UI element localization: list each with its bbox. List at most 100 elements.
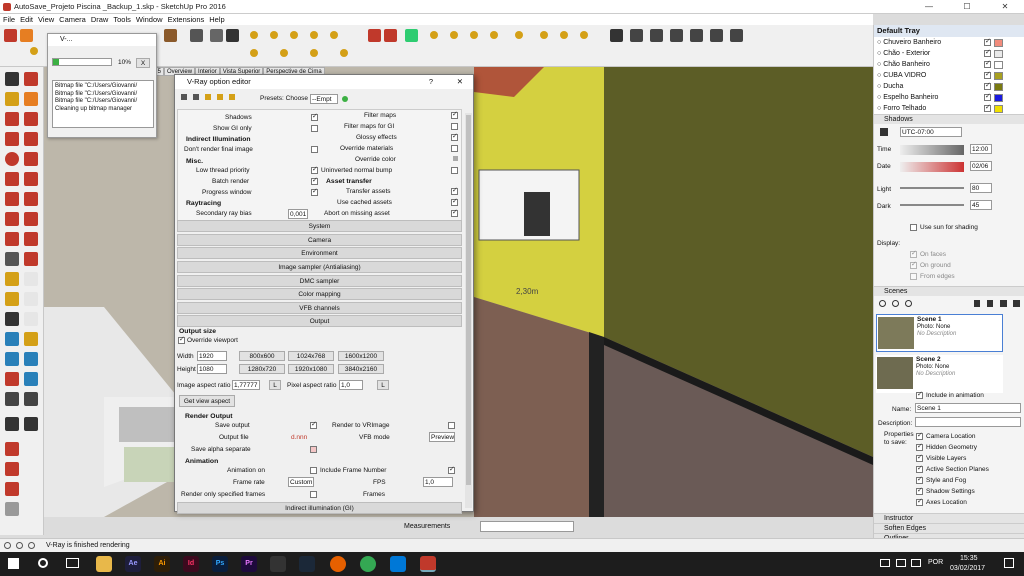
style-icon[interactable] [250, 31, 258, 39]
transfer-assets-checkbox[interactable] [451, 186, 458, 195]
previous-view-icon[interactable] [24, 372, 38, 386]
right-view-icon[interactable] [670, 29, 683, 42]
clock-time[interactable]: 15:35 [960, 555, 978, 562]
use-cached-checkbox[interactable] [451, 197, 458, 206]
clock-date[interactable]: 03/02/2017 [950, 565, 985, 572]
iso-view-icon[interactable] [610, 29, 623, 42]
3d-text-icon[interactable] [24, 312, 38, 326]
abort-missing-checkbox[interactable] [451, 208, 458, 217]
material-item[interactable]: ○ Chão Banheiro [877, 61, 930, 68]
premiere-icon[interactable]: Pr [241, 556, 257, 572]
style-icon[interactable] [310, 49, 318, 57]
glossy-checkbox[interactable] [451, 132, 458, 141]
save-alpha-checkbox[interactable] [310, 446, 317, 453]
photoshop-icon[interactable]: Ps [212, 556, 228, 572]
material-visible-checkbox[interactable] [984, 48, 991, 57]
indesign-icon[interactable]: Id [183, 556, 199, 572]
vray-close-button[interactable]: ✕ [457, 75, 463, 89]
rectangle-icon[interactable] [5, 132, 19, 146]
open-icon[interactable] [181, 94, 187, 100]
text-icon[interactable] [24, 292, 38, 306]
scene-desc-input[interactable] [915, 417, 1021, 427]
material-swatch[interactable] [994, 39, 1003, 47]
prop-checkbox[interactable] [916, 475, 923, 484]
prop-checkbox[interactable] [916, 453, 923, 462]
zoom-extents-icon[interactable] [5, 372, 19, 386]
menu-help[interactable]: Help [209, 14, 224, 25]
include-animation-checkbox[interactable] [916, 390, 923, 399]
measurements-input[interactable] [480, 521, 574, 532]
scene-item[interactable]: Scene 2 Photo: None No Description [876, 355, 1003, 393]
save-icon[interactable] [193, 94, 199, 100]
frame-rate-select[interactable]: Custom [288, 477, 314, 487]
dark-slider[interactable] [900, 204, 964, 206]
shadows-panel-header[interactable]: Shadows [874, 114, 1024, 124]
save-output-checkbox[interactable] [310, 420, 317, 429]
date-input[interactable]: 02/06 [970, 161, 992, 171]
material-visible-checkbox[interactable] [984, 92, 991, 101]
from-edges-checkbox[interactable] [910, 273, 917, 280]
info-icon[interactable] [4, 542, 11, 549]
progress-window-checkbox[interactable] [311, 187, 318, 196]
material-item[interactable]: ○ Espelho Banheiro [877, 94, 938, 101]
chrome-icon[interactable] [360, 556, 376, 572]
material-visible-checkbox[interactable] [984, 59, 991, 68]
material-swatch[interactable] [994, 105, 1003, 113]
get-view-aspect-button[interactable]: Get view aspect [179, 395, 235, 407]
eraser-icon[interactable] [24, 92, 38, 106]
material-visible-checkbox[interactable] [984, 70, 991, 79]
push-pull-icon[interactable] [24, 212, 38, 226]
progress-close-button[interactable]: X [136, 58, 150, 68]
render-vrimage-checkbox[interactable] [448, 422, 455, 429]
time-input[interactable]: 12:00 [970, 144, 992, 154]
material-swatch[interactable] [994, 83, 1003, 91]
view-options-icon[interactable] [1000, 300, 1007, 307]
menu-camera[interactable]: Camera [59, 14, 86, 25]
tape-measure-icon[interactable] [5, 272, 19, 286]
on-ground-checkbox[interactable] [910, 260, 917, 269]
pixel-aspect-input[interactable]: 1,0 [339, 380, 363, 390]
rollout-image-sampler[interactable]: Image sampler (Antialiasing) [177, 261, 462, 273]
style-icon[interactable] [450, 31, 458, 39]
secondary-bias-input[interactable]: 0,001 [288, 209, 308, 219]
language-indicator[interactable]: POR [928, 559, 943, 566]
style-icon[interactable] [430, 31, 438, 39]
vfb-mode-select[interactable]: Preview [429, 432, 455, 442]
make-component-icon[interactable] [24, 72, 38, 86]
style-icon[interactable] [470, 31, 478, 39]
light-slider[interactable] [900, 187, 964, 189]
move-icon[interactable] [5, 212, 19, 226]
section-plane-icon[interactable] [24, 417, 38, 431]
only-specified-checkbox[interactable] [310, 491, 317, 498]
material-visible-checkbox[interactable] [984, 103, 991, 112]
override-materials-checkbox[interactable] [451, 145, 458, 152]
rotate-icon[interactable] [5, 232, 19, 246]
rollout-system[interactable]: System [177, 220, 462, 232]
presets-select[interactable]: --Empt [310, 94, 338, 104]
look-around-icon[interactable] [24, 392, 38, 406]
pan-icon[interactable] [24, 332, 38, 346]
material-visible-checkbox[interactable] [984, 81, 991, 90]
task-view-icon[interactable] [66, 558, 79, 568]
date-slider[interactable] [900, 162, 964, 172]
instructor-panel-header[interactable]: Instructor [874, 513, 1024, 523]
material-swatch[interactable] [994, 61, 1003, 69]
include-frame-checkbox-left[interactable] [310, 467, 317, 474]
style-icon[interactable] [270, 31, 278, 39]
time-slider[interactable] [900, 145, 964, 155]
follow-me-icon[interactable] [24, 232, 38, 246]
dont-render-checkbox[interactable] [311, 146, 318, 153]
details-icon[interactable] [1013, 300, 1020, 307]
rollout-output[interactable]: Output [177, 315, 462, 327]
credits-icon[interactable] [16, 542, 23, 549]
rotated-rectangle-icon[interactable] [24, 132, 38, 146]
rollout-indirect-illumination[interactable]: Indirect illumination (GI) [177, 502, 462, 514]
arc-icon[interactable] [5, 172, 19, 186]
use-sun-checkbox[interactable] [910, 224, 917, 231]
eraser-tool-icon[interactable] [20, 29, 33, 42]
three-point-arc-icon[interactable] [5, 192, 19, 206]
defaults-icon[interactable] [229, 94, 235, 100]
volume-icon[interactable] [911, 559, 921, 567]
line-icon[interactable] [5, 112, 19, 126]
print-icon[interactable] [190, 29, 203, 42]
